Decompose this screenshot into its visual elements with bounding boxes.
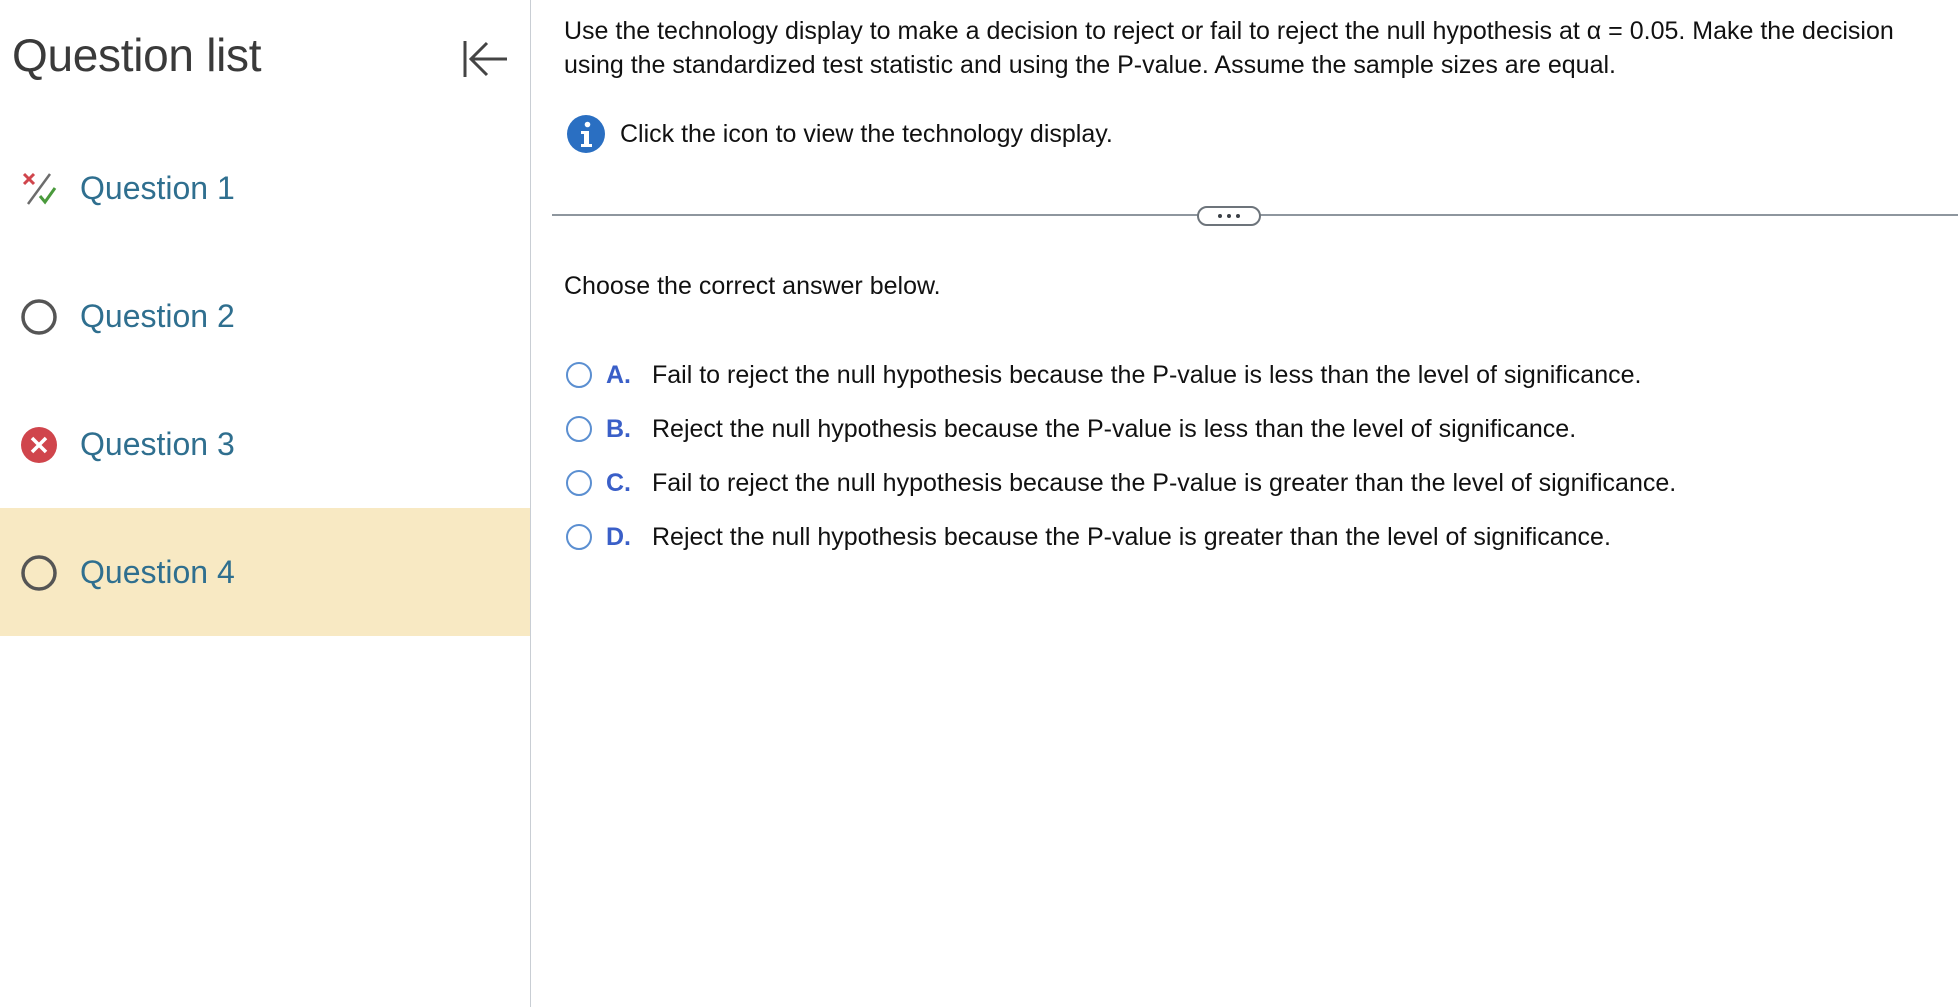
sidebar-item-question-1[interactable]: Question 1 xyxy=(0,124,530,252)
option-letter: A. xyxy=(606,360,631,389)
radio-button[interactable] xyxy=(566,470,592,496)
option-c[interactable]: C. Fail to reject the null hypothesis be… xyxy=(566,456,1676,510)
partial-credit-icon xyxy=(20,170,58,208)
sidebar-item-label: Question 2 xyxy=(80,298,235,334)
option-letter: B. xyxy=(606,414,631,443)
question-panel: Use the technology display to make a dec… xyxy=(532,0,1958,1007)
handle-dot xyxy=(1218,214,1222,218)
option-letter: C. xyxy=(606,468,631,497)
answer-options: A. Fail to reject the null hypothesis be… xyxy=(566,348,1676,564)
radio-button[interactable] xyxy=(566,362,592,388)
radio-button[interactable] xyxy=(566,416,592,442)
question-prompt: Use the technology display to make a dec… xyxy=(564,17,1894,79)
info-icon[interactable] xyxy=(566,114,606,154)
info-row: Click the icon to view the technology di… xyxy=(566,112,1113,156)
option-text: Reject the null hypothesis because the P… xyxy=(652,414,1577,443)
app-root: Question list Question 1 Question 2 Ques… xyxy=(0,0,1958,1007)
sidebar-item-label: Question 1 xyxy=(80,170,235,206)
sidebar-title: Question list xyxy=(12,29,262,81)
collapse-sidebar-button[interactable] xyxy=(458,34,512,84)
empty-circle-icon xyxy=(20,554,58,592)
sidebar-item-question-3[interactable]: Question 3 xyxy=(0,380,530,508)
sidebar-item-label: Question 4 xyxy=(80,554,235,590)
sidebar-item-question-4[interactable]: Question 4 xyxy=(0,508,530,636)
info-text: Click the icon to view the technology di… xyxy=(620,119,1113,148)
option-text: Fail to reject the null hypothesis becau… xyxy=(652,468,1677,497)
question-list-sidebar: Question list Question 1 Question 2 Ques… xyxy=(0,0,531,1007)
sidebar-item-label: Question 3 xyxy=(80,426,235,462)
divider-drag-handle[interactable] xyxy=(1197,206,1261,226)
sidebar-item-question-2[interactable]: Question 2 xyxy=(0,252,530,380)
option-a[interactable]: A. Fail to reject the null hypothesis be… xyxy=(566,348,1676,402)
collapse-left-icon xyxy=(463,41,507,77)
handle-dot xyxy=(1236,214,1240,218)
sidebar-header: Question list xyxy=(0,0,530,120)
option-d[interactable]: D. Reject the null hypothesis because th… xyxy=(566,510,1676,564)
radio-button[interactable] xyxy=(566,524,592,550)
incorrect-x-icon xyxy=(20,426,58,464)
option-letter: D. xyxy=(606,522,631,551)
answer-instructions: Choose the correct answer below. xyxy=(564,272,941,300)
empty-circle-icon xyxy=(20,298,58,336)
option-b[interactable]: B. Reject the null hypothesis because th… xyxy=(566,402,1676,456)
option-text: Fail to reject the null hypothesis becau… xyxy=(652,360,1642,389)
option-text: Reject the null hypothesis because the P… xyxy=(652,522,1611,551)
handle-dot xyxy=(1227,214,1231,218)
